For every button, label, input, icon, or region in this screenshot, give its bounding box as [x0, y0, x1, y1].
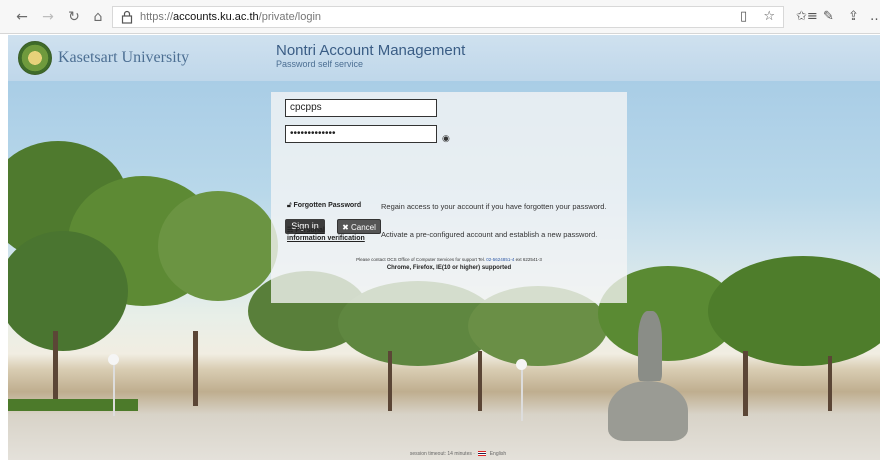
forgotten-password-description: Regain access to your account if you hav…	[381, 202, 607, 211]
forward-icon[interactable]: →	[40, 9, 56, 25]
show-password-icon[interactable]: ◉	[442, 133, 450, 144]
university-seal-icon	[18, 41, 52, 75]
forgotten-password-link[interactable]: 🔓︎ Forgotten Password	[287, 202, 361, 210]
university-name: Kasetsart University	[58, 49, 190, 66]
footer: session timeout: 14 minutes · English	[409, 451, 507, 457]
password-input[interactable]: •••••••••••••	[285, 125, 437, 143]
lamp-post	[113, 361, 115, 416]
statue	[638, 311, 662, 381]
login-panel: cpcpps ••••••••••••• ◉ Sign in ✖ Cancel …	[271, 92, 627, 303]
tree-trunk	[388, 351, 392, 411]
personal-verification-description: Activate a pre-configured account and es…	[381, 230, 598, 239]
personal-verification-link[interactable]: ☴ Personal information verification	[287, 227, 365, 243]
pen-icon[interactable]: ✎	[823, 9, 834, 24]
back-icon[interactable]: ←	[14, 9, 30, 25]
session-timeout: session timeout: 14 minutes	[409, 451, 472, 457]
refresh-icon[interactable]: ↻	[66, 9, 82, 25]
lamp-globe	[108, 354, 119, 365]
lock-icon	[121, 10, 133, 24]
favorites-icon[interactable]: ✩≡	[796, 9, 818, 24]
page-subtitle: Password self service	[276, 59, 364, 69]
home-icon[interactable]: ⌂	[90, 9, 106, 25]
address-bar[interactable]: https://accounts.ku.ac.th/private/login …	[112, 6, 784, 28]
support-note: Please contact OCS Office of Computer Se…	[356, 257, 542, 262]
url-text: https://accounts.ku.ac.th/private/login	[140, 11, 322, 23]
statue-base	[608, 381, 688, 441]
share-icon[interactable]: ⇪	[848, 9, 859, 24]
header-banner: Kasetsart University Nontri Account Mana…	[8, 35, 880, 81]
tree	[708, 256, 880, 366]
page-title: Nontri Account Management	[276, 42, 466, 59]
tree	[8, 231, 128, 351]
lamp-globe	[516, 359, 527, 370]
uk-flag-icon	[478, 451, 487, 457]
hedge	[8, 399, 138, 411]
unlock-icon: 🔓︎	[287, 202, 292, 209]
tree-trunk	[53, 331, 58, 401]
lamp-post	[521, 366, 523, 421]
tree-trunk	[743, 351, 748, 416]
tree-trunk	[478, 351, 482, 411]
supported-browsers: Chrome, Firefox, IE(10 or higher) suppor…	[386, 265, 512, 271]
page-content: Kasetsart University Nontri Account Mana…	[8, 35, 880, 460]
tree-trunk	[193, 331, 198, 406]
tree-trunk	[828, 356, 832, 411]
star-icon[interactable]: ☆	[763, 9, 775, 24]
support-phone-link[interactable]: 02-5624851-4	[486, 257, 514, 262]
more-icon[interactable]: …	[870, 9, 880, 24]
reading-view-icon[interactable]: ▯	[740, 9, 747, 24]
browser-toolbar: ← → ↻ ⌂ https://accounts.ku.ac.th/privat…	[0, 0, 880, 34]
language-link[interactable]: English	[490, 451, 506, 457]
tree	[158, 191, 278, 301]
username-input[interactable]: cpcpps	[285, 99, 437, 117]
id-card-icon: ☴	[287, 227, 294, 234]
